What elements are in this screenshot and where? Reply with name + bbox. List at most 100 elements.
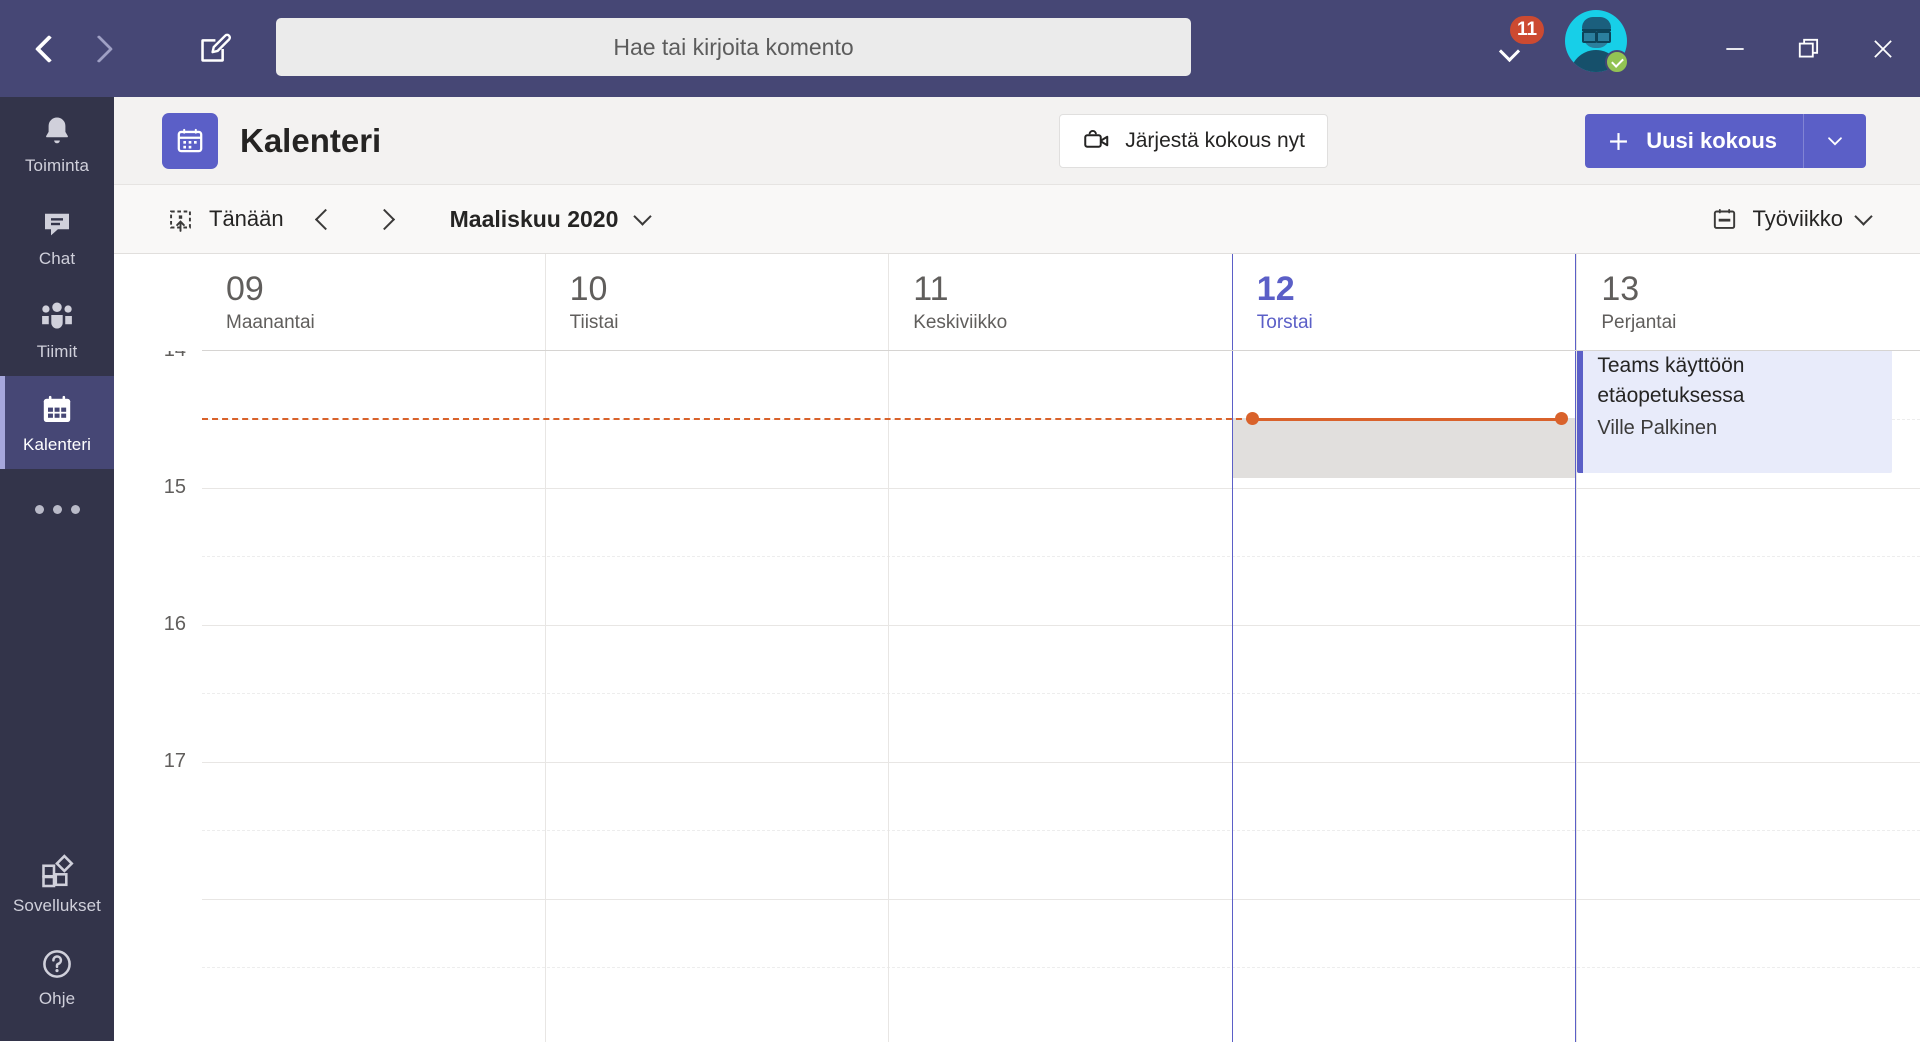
people-icon xyxy=(38,297,76,335)
calendar-grid[interactable]: 14 15 16 17 xyxy=(114,351,1920,1042)
day-header[interactable]: 11 Keskiviikko xyxy=(888,254,1232,350)
search-input[interactable] xyxy=(276,18,1191,76)
sidebar-item-chat[interactable]: Chat xyxy=(0,190,114,283)
restore-icon xyxy=(1798,38,1819,58)
day-columns: Teams käyttöön etäopetuksessa Ville Palk… xyxy=(202,351,1920,1042)
app-rail: Toiminta Chat Tiimit Kalenteri Sovelluks… xyxy=(0,97,114,1041)
hour-label: 16 xyxy=(163,613,186,635)
chevron-left-icon xyxy=(34,34,64,63)
event-organizer: Ville Palkinen xyxy=(1597,416,1718,439)
day-column[interactable] xyxy=(544,351,889,1042)
day-name: Tiistai xyxy=(569,311,619,333)
notifications-button[interactable]: 11 xyxy=(1496,14,1550,70)
sidebar-more-button[interactable] xyxy=(0,469,114,549)
new-meeting-dropdown-button[interactable] xyxy=(1804,114,1866,168)
view-selector[interactable]: Työviikko xyxy=(1710,205,1873,234)
new-meeting-split-button: Uusi kokous xyxy=(1585,114,1866,168)
sidebar-item-toiminta[interactable]: Toiminta xyxy=(0,97,114,190)
current-time-dot-start xyxy=(1246,412,1259,425)
sidebar-item-label: Ohje xyxy=(38,989,76,1008)
today-label: Tänään xyxy=(209,206,284,231)
day-name: Maanantai xyxy=(226,311,315,333)
chevron-right-icon xyxy=(84,34,114,63)
day-column[interactable] xyxy=(202,351,545,1042)
avatar-glasses xyxy=(1582,29,1611,43)
back-button[interactable] xyxy=(18,21,74,77)
user-avatar-button[interactable] xyxy=(1565,10,1629,74)
close-button[interactable] xyxy=(1846,0,1920,97)
time-gutter: 14 15 16 17 xyxy=(114,351,202,1042)
new-meeting-label: Uusi kokous xyxy=(1646,128,1777,153)
day-name: Perjantai xyxy=(1601,311,1677,333)
notification-badge: 11 xyxy=(1508,14,1547,46)
sidebar-item-label: Chat xyxy=(38,249,76,268)
month-label: Maaliskuu 2020 xyxy=(449,205,619,232)
previous-period-button[interactable] xyxy=(298,194,348,244)
day-number: 09 xyxy=(226,270,264,308)
current-time-line-active xyxy=(1252,418,1561,421)
navigation-arrows xyxy=(18,21,130,77)
calendar-toolbar: Tänään Maaliskuu 2020 Työviikko xyxy=(114,184,1920,253)
help-icon xyxy=(39,944,75,982)
sidebar-item-label: Tiimit xyxy=(36,342,78,361)
compose-icon xyxy=(201,33,231,62)
day-header-today[interactable]: 12 Torstai xyxy=(1231,254,1577,350)
new-meeting-button[interactable]: Uusi kokous xyxy=(1585,114,1804,168)
meet-now-label: Järjestä kokous nyt xyxy=(1125,129,1305,152)
window-controls xyxy=(1698,0,1920,97)
day-column-today[interactable] xyxy=(1231,351,1577,1042)
sidebar-item-kalenteri[interactable]: Kalenteri xyxy=(0,376,114,469)
chevron-left-icon xyxy=(314,208,336,230)
hour-label: 14 xyxy=(164,351,186,362)
meet-now-button[interactable]: Järjestä kokous nyt xyxy=(1059,114,1328,168)
day-number: 10 xyxy=(569,270,608,308)
sidebar-item-ohje[interactable]: Ohje xyxy=(0,930,114,1023)
plus-icon xyxy=(1610,132,1628,150)
apps-icon xyxy=(39,851,75,889)
next-period-button[interactable] xyxy=(362,194,412,244)
close-icon xyxy=(1874,39,1892,58)
today-button[interactable]: Tänään xyxy=(166,205,284,234)
day-header[interactable]: 09 Maanantai xyxy=(202,254,545,350)
day-header[interactable]: 13 Perjantai xyxy=(1576,254,1920,350)
forward-button[interactable] xyxy=(74,21,130,77)
day-name: Torstai xyxy=(1256,311,1313,333)
presence-available-icon xyxy=(1605,50,1629,74)
minimize-icon xyxy=(1726,47,1744,50)
maximize-button[interactable] xyxy=(1772,0,1846,97)
day-column[interactable] xyxy=(888,351,1232,1042)
day-number: 12 xyxy=(1256,270,1295,308)
event-title: Teams käyttöön etäopetuksessa xyxy=(1597,354,1745,407)
current-time-line xyxy=(202,418,1252,420)
more-dots-icon xyxy=(34,504,80,514)
day-number: 11 xyxy=(913,270,949,308)
chat-icon xyxy=(39,204,75,242)
chevron-down-icon xyxy=(1854,206,1873,226)
month-selector[interactable]: Maaliskuu 2020 xyxy=(449,205,653,233)
day-column[interactable]: Teams käyttöön etäopetuksessa Ville Palk… xyxy=(1576,351,1920,1042)
sidebar-item-sovellukset[interactable]: Sovellukset xyxy=(0,837,114,930)
page-title: Kalenteri xyxy=(240,121,382,159)
compose-button[interactable] xyxy=(184,19,244,79)
sidebar-item-tiimit[interactable]: Tiimit xyxy=(0,283,114,376)
calendar-icon xyxy=(177,128,203,152)
chevron-down-icon xyxy=(1828,137,1842,146)
day-header[interactable]: 10 Tiistai xyxy=(544,254,889,350)
page-header: Kalenteri Järjestä kokous nyt Uusi kokou… xyxy=(114,97,1920,184)
minimize-button[interactable] xyxy=(1698,0,1772,97)
sidebar-item-label: Sovellukset xyxy=(12,896,102,915)
hour-label: 15 xyxy=(163,476,186,498)
title-bar: 11 xyxy=(0,0,1920,97)
busy-block[interactable] xyxy=(1232,418,1576,478)
calendar-week-icon xyxy=(1713,208,1735,229)
sidebar-bottom-group: Sovellukset Ohje xyxy=(0,837,114,1023)
calendar-view: 09 Maanantai 10 Tiistai 11 Keskiviikko 1… xyxy=(114,253,1920,1042)
day-number: 13 xyxy=(1601,270,1640,308)
calendar-event[interactable]: Teams käyttöön etäopetuksessa Ville Palk… xyxy=(1577,351,1892,473)
day-headers: 09 Maanantai 10 Tiistai 11 Keskiviikko 1… xyxy=(202,254,1920,351)
page-title-icon xyxy=(162,112,218,169)
main-content: Kalenteri Järjestä kokous nyt Uusi kokou… xyxy=(114,97,1920,1042)
video-camera-icon xyxy=(1084,130,1109,148)
sidebar-item-label: Toiminta xyxy=(24,156,90,175)
current-time-dot-end xyxy=(1555,412,1568,425)
